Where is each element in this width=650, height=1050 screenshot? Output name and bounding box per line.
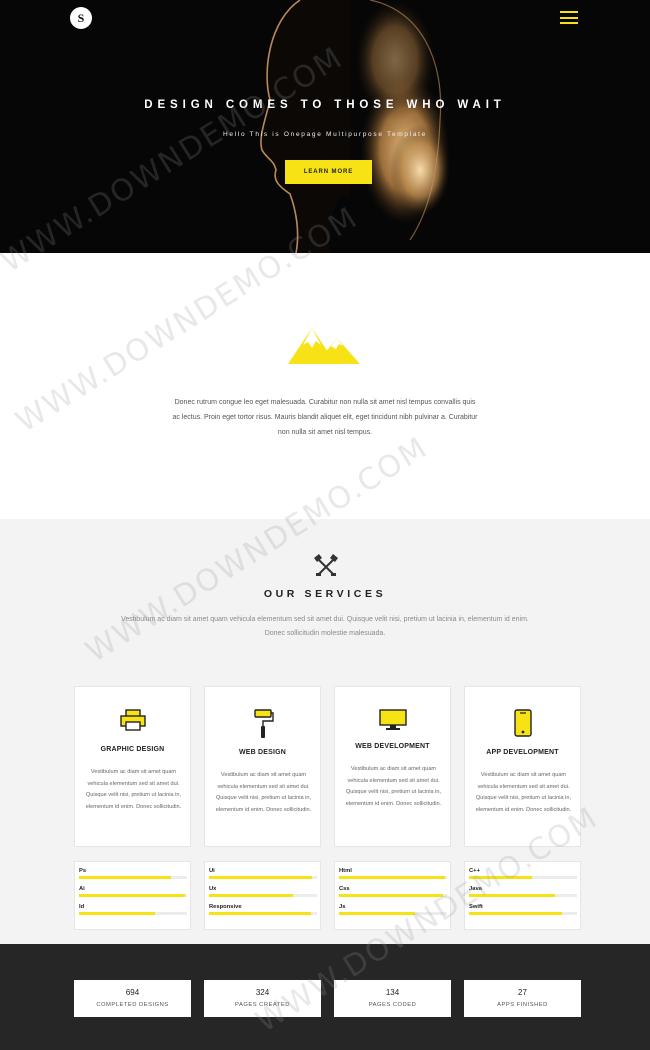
services-description: Vestibulum ac diam sit amet quam vehicul… [121,616,529,637]
intro-text: Donec rutrum congue leo eget malesuada. … [172,399,478,436]
service-card-text: Vestibulum ac diam sit amet quam vehicul… [85,769,182,810]
stat-number: 27 [518,988,527,997]
skill-row: Ui [209,867,317,879]
hero-title: DESIGN COMES TO THOSE WHO WAIT [144,99,506,111]
stat-box: 27 APPS FINISHED [464,980,581,1017]
service-card-title: GRAPHIC DESIGN [100,746,165,753]
skill-panel-app-development: C++ Java Swift [464,861,581,930]
stat-number: 694 [125,988,140,997]
skill-progress-bar [469,876,577,879]
skill-label: Ai [79,886,85,892]
skill-progress-fill [79,876,171,879]
skill-row: Ux [209,885,317,897]
skill-row: Swift [469,903,577,915]
skill-row: Css [339,885,447,897]
skill-row: Java [469,885,577,897]
skill-panel-graphic: Ps Ai Id [74,861,191,930]
skill-progress-bar [79,876,187,879]
skill-label: Responsive [209,904,242,910]
skill-row: Responsive [209,903,317,915]
skill-label: Id [79,904,85,910]
skill-label: Ps [79,868,87,874]
skill-progress-fill [469,876,532,879]
stat-number: 324 [255,988,270,997]
service-card-web-development[interactable]: WEB DEVELOPMENT Vestibulum ac diam sit a… [334,686,451,847]
skill-progress-fill [79,894,185,897]
skill-progress-fill [209,912,311,915]
skill-progress-bar [469,894,577,897]
service-card-app-development[interactable]: APP DEVELOPMENT Vestibulum ac diam sit a… [464,686,581,847]
stat-label: COMPLETED DESIGNS [96,1002,169,1008]
skill-panel-web-development: Html Css Js [334,861,451,930]
skill-progress-fill [469,894,556,897]
mountain-icon [288,328,360,364]
stat-label: PAGES CODED [368,1002,417,1008]
skill-progress-bar [339,912,447,915]
learn-more-button[interactable]: LEARN MORE [285,160,372,184]
skill-row: Ps [79,867,187,879]
skill-progress-bar [209,894,317,897]
skill-label: Html [339,868,352,874]
skill-progress-fill [209,876,312,879]
skill-row: Js [339,903,447,915]
skill-row: Html [339,867,447,879]
skill-progress-bar [339,876,447,879]
skill-progress-bar [209,912,317,915]
skill-progress-fill [339,912,415,915]
skill-progress-fill [339,894,443,897]
skill-progress-fill [339,876,445,879]
service-card-title: WEB DESIGN [238,749,287,756]
stat-number: 134 [385,988,400,997]
service-card-title: APP DEVELOPMENT [486,749,559,756]
stat-box: 324 PAGES CREATED [204,980,321,1017]
service-card-graphic-design[interactable]: GRAPHIC DESIGN Vestibulum ac diam sit am… [74,686,191,847]
skill-label: Js [339,904,346,910]
skill-row: C++ [469,867,577,879]
skill-progress-bar [339,894,447,897]
skill-row: Id [79,903,187,915]
logo-letter: S [77,10,85,25]
smartphone-icon [513,709,532,737]
menu-hamburger-icon[interactable] [560,11,578,24]
crossed-tools-icon [314,554,338,576]
printer-icon [119,709,146,731]
stat-box: 134 PAGES CODED [334,980,451,1017]
stats-section: 694 COMPLETED DESIGNS 324 PAGES CREATED … [0,944,650,1050]
skill-label: Swift [469,904,483,910]
paint-roller-icon [253,709,274,738]
stat-label: APPS FINISHED [497,1002,548,1008]
skill-progress-fill [79,912,155,915]
skill-row: Ai [79,885,187,897]
service-card-web-design[interactable]: WEB DESIGN Vestibulum ac diam sit amet q… [204,686,321,847]
skill-panel-web-design: Ui Ux Responsive [204,861,321,930]
skill-progress-bar [469,912,577,915]
service-card-text: Vestibulum ac diam sit amet quam vehicul… [475,772,572,813]
service-card-text: Vestibulum ac diam sit amet quam vehicul… [345,766,442,807]
skill-progress-fill [469,912,562,915]
intro-section: Donec rutrum congue leo eget malesuada. … [0,253,650,519]
skill-progress-fill [209,894,294,897]
stat-label: PAGES CREATED [235,1002,290,1008]
skill-label: C++ [469,868,480,874]
hero-section: S DESIGN COMES TO THOSE WHO WAIT Hello T… [0,0,650,253]
hero-subtitle: Hello This is Onepage Multipurpose Templ… [222,131,427,138]
skill-label: Ui [209,868,215,874]
site-logo[interactable]: S [70,7,92,29]
hero-portrait-image [260,0,450,253]
services-section: OUR SERVICES Vestibulum ac diam sit amet… [0,519,650,944]
skill-progress-bar [79,894,187,897]
service-card-title: WEB DEVELOPMENT [355,743,430,750]
skill-label: Java [469,886,482,892]
services-title: OUR SERVICES [263,588,387,600]
monitor-icon [378,709,407,730]
skill-progress-bar [79,912,187,915]
stat-box: 694 COMPLETED DESIGNS [74,980,191,1017]
service-card-text: Vestibulum ac diam sit amet quam vehicul… [215,772,312,813]
skill-progress-bar [209,876,317,879]
skill-label: Ux [209,886,217,892]
skill-label: Css [339,886,350,892]
